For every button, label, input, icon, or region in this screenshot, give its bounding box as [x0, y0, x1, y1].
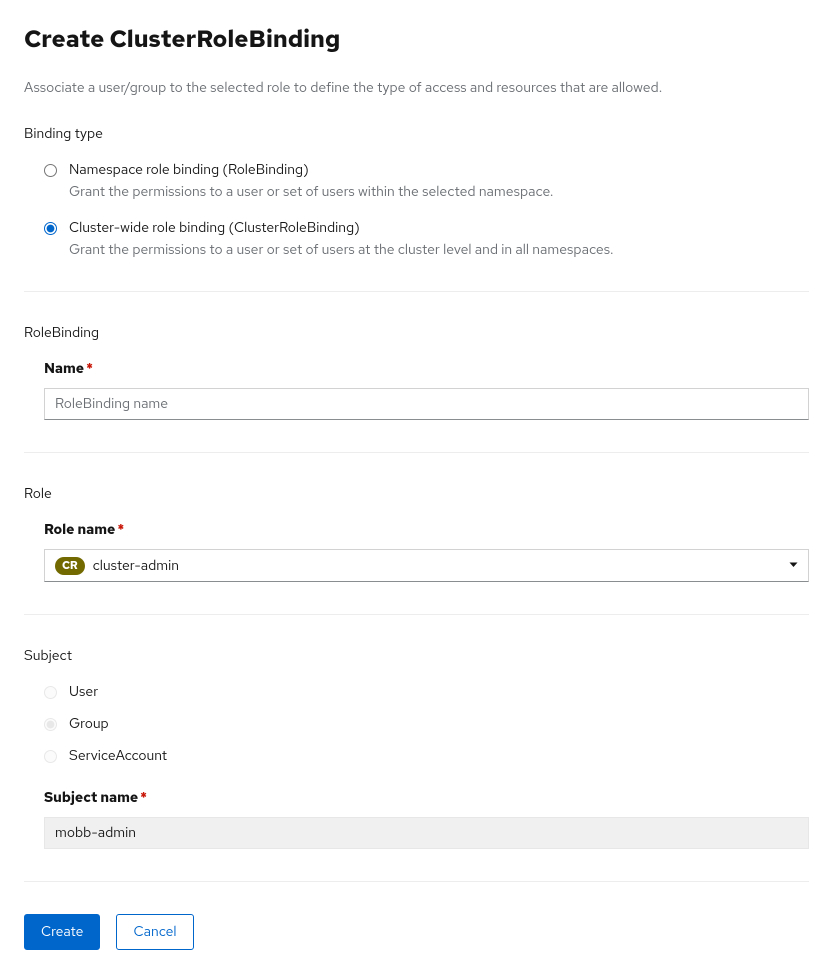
page-title: Create ClusterRoleBinding [24, 24, 809, 55]
subject-serviceaccount-label: ServiceAccount [69, 747, 167, 765]
binding-type-cluster-desc: Grant the permissions to a user or set o… [69, 241, 809, 259]
page-description: Associate a user/group to the selected r… [24, 79, 809, 97]
subject-radio-group: User Group ServiceAccount [44, 683, 809, 765]
required-indicator: * [117, 521, 124, 539]
binding-type-section: Binding type Namespace role binding (Rol… [24, 125, 809, 292]
clusterrole-badge: CR [55, 557, 85, 575]
binding-type-cluster-title: Cluster-wide role binding (ClusterRoleBi… [69, 219, 809, 237]
role-section: Role Role name* CR cluster-admin [24, 485, 809, 615]
role-name-select[interactable]: CR cluster-admin [44, 549, 809, 582]
subject-fields: User Group ServiceAccount Subject name* [24, 683, 809, 849]
subject-section-label: Subject [24, 647, 809, 665]
subject-option-serviceaccount[interactable]: ServiceAccount [44, 747, 809, 765]
binding-type-radio-namespace[interactable] [44, 164, 57, 177]
role-section-label: Role [24, 485, 809, 503]
binding-type-option-cluster[interactable]: Cluster-wide role binding (ClusterRoleBi… [44, 219, 809, 259]
binding-type-option-namespace[interactable]: Namespace role binding (RoleBinding) Gra… [44, 161, 809, 201]
role-name-field: Role name* CR cluster-admin [24, 521, 809, 582]
form-actions: Create Cancel [24, 914, 809, 950]
subject-radio-serviceaccount[interactable] [44, 750, 57, 763]
rolebinding-name-label: Name* [44, 360, 809, 378]
caret-down-icon [789, 559, 798, 572]
subject-user-label: User [69, 683, 98, 701]
subject-radio-group[interactable] [44, 718, 57, 731]
subject-name-label: Subject name* [44, 789, 809, 807]
create-button[interactable]: Create [24, 914, 100, 950]
binding-type-namespace-desc: Grant the permissions to a user or set o… [69, 183, 809, 201]
required-indicator: * [86, 360, 93, 378]
rolebinding-name-field: Name* [24, 360, 809, 420]
binding-type-namespace-title: Namespace role binding (RoleBinding) [69, 161, 809, 179]
subject-group-label: Group [69, 715, 109, 733]
role-name-select-wrap: CR cluster-admin [44, 549, 809, 582]
rolebinding-section: RoleBinding Name* [24, 324, 809, 453]
subject-option-user[interactable]: User [44, 683, 809, 701]
subject-radio-user[interactable] [44, 686, 57, 699]
subject-option-group[interactable]: Group [44, 715, 809, 733]
role-name-selected-value: cluster-admin [93, 557, 789, 575]
required-indicator: * [140, 789, 147, 807]
binding-type-label: Binding type [24, 125, 809, 143]
binding-type-radio-group: Namespace role binding (RoleBinding) Gra… [24, 161, 809, 259]
rolebinding-name-input[interactable] [44, 388, 809, 420]
subject-section: Subject User Group ServiceAccount Subjec… [24, 647, 809, 882]
cancel-button[interactable]: Cancel [116, 914, 193, 950]
subject-name-input[interactable] [44, 817, 809, 849]
role-name-label: Role name* [44, 521, 809, 539]
rolebinding-section-label: RoleBinding [24, 324, 809, 342]
binding-type-radio-cluster[interactable] [44, 222, 57, 235]
